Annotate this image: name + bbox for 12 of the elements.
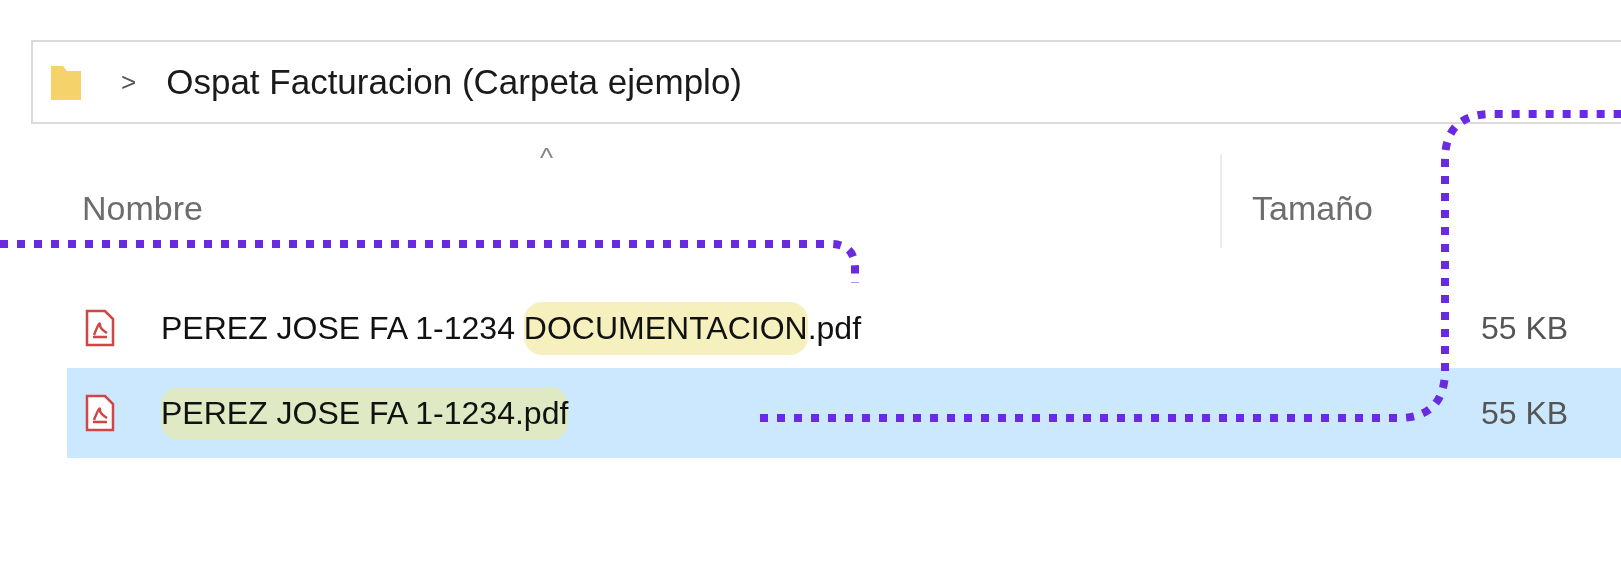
file-size: 55 KB [1481, 394, 1569, 432]
file-row[interactable]: PEREZ JOSE FA 1-1234.pdf 55 KB [67, 368, 1621, 458]
breadcrumb-folder[interactable]: Ospat Facturacion (Carpeta ejemplo) [166, 62, 742, 102]
file-size: 55 KB [1481, 309, 1569, 347]
breadcrumb-separator[interactable]: > [121, 66, 137, 98]
column-header[interactable]: Tamaño [1252, 189, 1373, 228]
file-row[interactable]: PEREZ JOSE FA 1-1234 DOCUMENTACION.pdf 55 KB [67, 293, 1621, 363]
column-header[interactable]: Nombre [82, 189, 203, 228]
file-name: PEREZ JOSE FA 1-1234 DOCUMENTACION.pdf [161, 301, 1481, 355]
address-bar[interactable]: > Ospat Facturacion (Carpeta ejemplo) [31, 40, 1621, 124]
sort-indicator: ^ [540, 142, 554, 174]
file-name: PEREZ JOSE FA 1-1234.pdf [161, 386, 1481, 440]
